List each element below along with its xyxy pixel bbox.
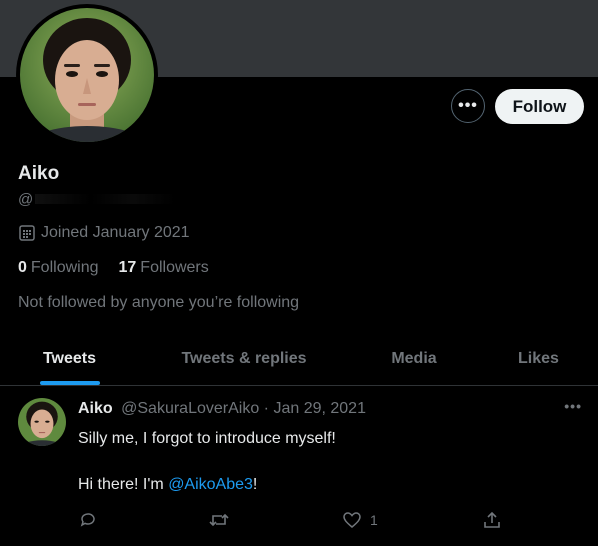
followers-link[interactable]: 17 Followers [119, 259, 209, 277]
tab-media[interactable]: Media [349, 332, 479, 385]
like-button[interactable]: 1 [342, 510, 378, 530]
tab-tweets-replies[interactable]: Tweets & replies [139, 332, 349, 385]
handle-redacted [35, 194, 176, 204]
tweet-author-handle[interactable]: @SakuraLoverAiko [121, 400, 259, 417]
heart-icon [343, 512, 361, 528]
active-tab-indicator [39, 381, 100, 385]
mention-link[interactable]: @AikoAbe3 [168, 476, 253, 493]
reply-button[interactable] [78, 510, 98, 530]
tab-label: Tweets [42, 349, 97, 367]
joined-date: Joined January 2021 [18, 224, 190, 242]
tweet-item[interactable]: Aiko @SakuraLoverAiko · Jan 29, 2021 •••… [0, 386, 598, 546]
profile-page: ••• Follow Aiko @ Joined January 2021 0 … [0, 0, 598, 546]
tweet-separator: · [263, 400, 269, 417]
avatar-photo [20, 8, 154, 142]
tweet-author-name[interactable]: Aiko [78, 400, 113, 417]
following-link[interactable]: 0 Following [18, 259, 99, 277]
tab-label: Tweets & replies [181, 349, 307, 367]
tweet-line-2: Hi there! I'm @AikoAbe3! [78, 474, 336, 495]
profile-tabs: Tweets Tweets & replies Media Likes [0, 332, 598, 386]
tab-label: Likes [518, 349, 559, 367]
tweet-date[interactable]: Jan 29, 2021 [273, 400, 366, 417]
handle-at-sign: @ [18, 190, 34, 208]
tab-likes[interactable]: Likes [479, 332, 598, 385]
tweet-line-1: Silly me, I forgot to introduce myself! [78, 430, 336, 447]
tweet-line-2-suffix: ! [252, 476, 258, 493]
profile-avatar[interactable] [16, 4, 158, 146]
tab-label: Media [391, 349, 437, 367]
tweet-avatar[interactable] [18, 398, 66, 446]
tab-tweets[interactable]: Tweets [0, 332, 139, 385]
follow-stats: 0 Following 17 Followers [18, 259, 209, 277]
like-count: 1 [370, 512, 378, 528]
followers-count: 17 [118, 259, 137, 276]
profile-handle: @ [18, 190, 176, 208]
joined-text: Joined January 2021 [41, 224, 190, 241]
tweet-body: Silly me, I forgot to introduce myself! … [78, 428, 336, 495]
retweet-button[interactable] [208, 510, 230, 530]
calendar-icon [19, 225, 35, 241]
followers-label: Followers [140, 259, 209, 276]
more-options-button[interactable]: ••• [451, 89, 485, 123]
following-label: Following [30, 259, 99, 276]
tweet-line-2-prefix: Hi there! I'm [78, 476, 169, 493]
following-count: 0 [18, 259, 27, 276]
follow-button[interactable]: Follow [495, 89, 584, 124]
reply-icon [80, 513, 95, 527]
tweet-header: Aiko @SakuraLoverAiko · Jan 29, 2021 [78, 400, 366, 418]
not-followed-note: Not followed by anyone you’re following [18, 294, 300, 311]
share-button[interactable] [482, 510, 502, 530]
share-icon [484, 511, 500, 528]
retweet-icon [209, 513, 229, 527]
profile-name: Aiko [18, 163, 60, 184]
tweet-more-button[interactable]: ••• [564, 398, 582, 414]
